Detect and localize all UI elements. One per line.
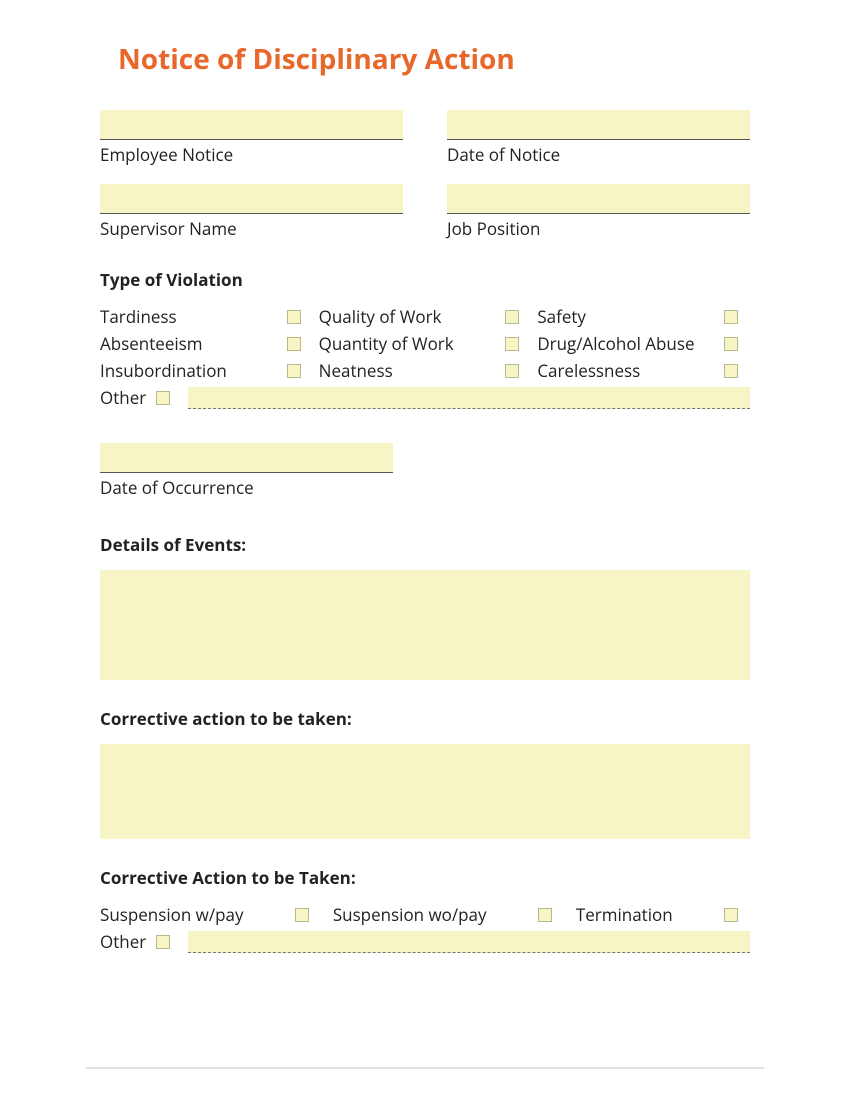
action-checkbox-other[interactable]: [156, 935, 170, 949]
form-title: Notice of Disciplinary Action: [118, 40, 750, 78]
employee-notice-label: Employee Notice: [100, 143, 403, 166]
violation-checkbox-insubordination[interactable]: [287, 364, 301, 378]
action-other-label: Other: [100, 930, 146, 953]
violation-label: Drug/Alcohol Abuse: [537, 332, 718, 355]
row-employee-date: Employee Notice Date of Notice: [100, 110, 750, 166]
action-label: Suspension wo/pay: [333, 903, 526, 926]
footer-divider: [86, 1067, 764, 1069]
action-other-input[interactable]: [188, 931, 750, 953]
violation-checkbox-quantity[interactable]: [505, 337, 519, 351]
violation-grid: Tardiness Quality of Work Safety Absente…: [100, 305, 750, 382]
violation-label: Absenteeism: [100, 332, 281, 355]
date-of-occurrence-input[interactable]: [100, 443, 393, 473]
date-of-notice-label: Date of Notice: [447, 143, 750, 166]
date-of-notice-input[interactable]: [447, 110, 750, 140]
violation-label: Quality of Work: [319, 305, 500, 328]
action-label: Suspension w/pay: [100, 903, 283, 926]
violation-checkbox-quality[interactable]: [505, 310, 519, 324]
violation-label: Neatness: [319, 359, 500, 382]
violation-label: Safety: [537, 305, 718, 328]
supervisor-name-label: Supervisor Name: [100, 217, 403, 240]
field-job-position: Job Position: [447, 184, 750, 240]
violation-label: Quantity of Work: [319, 332, 500, 355]
violation-checkbox-neatness[interactable]: [505, 364, 519, 378]
corrective-text-heading: Corrective action to be taken:: [100, 707, 750, 730]
details-heading: Details of Events:: [100, 533, 750, 556]
details-textarea[interactable]: [100, 570, 750, 680]
violation-other-row: Other: [100, 386, 750, 409]
action-other-row: Other: [100, 930, 750, 953]
violation-checkbox-tardiness[interactable]: [287, 310, 301, 324]
action-checkbox-suspension-nopay[interactable]: [538, 908, 552, 922]
violation-label: Insubordination: [100, 359, 281, 382]
violation-label: Tardiness: [100, 305, 281, 328]
corrective-action-grid: Suspension w/pay Suspension wo/pay Termi…: [100, 903, 750, 926]
corrective-text-textarea[interactable]: [100, 744, 750, 839]
employee-notice-input[interactable]: [100, 110, 403, 140]
violation-checkbox-other[interactable]: [156, 391, 170, 405]
field-supervisor-name: Supervisor Name: [100, 184, 403, 240]
action-checkbox-termination[interactable]: [724, 908, 738, 922]
supervisor-name-input[interactable]: [100, 184, 403, 214]
violation-other-label: Other: [100, 386, 146, 409]
violation-heading: Type of Violation: [100, 268, 750, 291]
violation-checkbox-absenteeism[interactable]: [287, 337, 301, 351]
form-page: Notice of Disciplinary Action Employee N…: [0, 0, 850, 953]
field-employee-notice: Employee Notice: [100, 110, 403, 166]
violation-label: Carelessness: [537, 359, 718, 382]
violation-checkbox-safety[interactable]: [724, 310, 738, 324]
date-of-occurrence-label: Date of Occurrence: [100, 476, 393, 499]
corrective-action-heading: Corrective Action to be Taken:: [100, 866, 750, 889]
action-label: Termination: [576, 903, 712, 926]
field-date-of-notice: Date of Notice: [447, 110, 750, 166]
violation-checkbox-drug-alcohol[interactable]: [724, 337, 738, 351]
job-position-input[interactable]: [447, 184, 750, 214]
field-date-of-occurrence: Date of Occurrence: [100, 443, 393, 499]
action-checkbox-suspension-pay[interactable]: [295, 908, 309, 922]
row-supervisor-position: Supervisor Name Job Position: [100, 184, 750, 240]
violation-checkbox-carelessness[interactable]: [724, 364, 738, 378]
job-position-label: Job Position: [447, 217, 750, 240]
violation-other-input[interactable]: [188, 387, 750, 409]
